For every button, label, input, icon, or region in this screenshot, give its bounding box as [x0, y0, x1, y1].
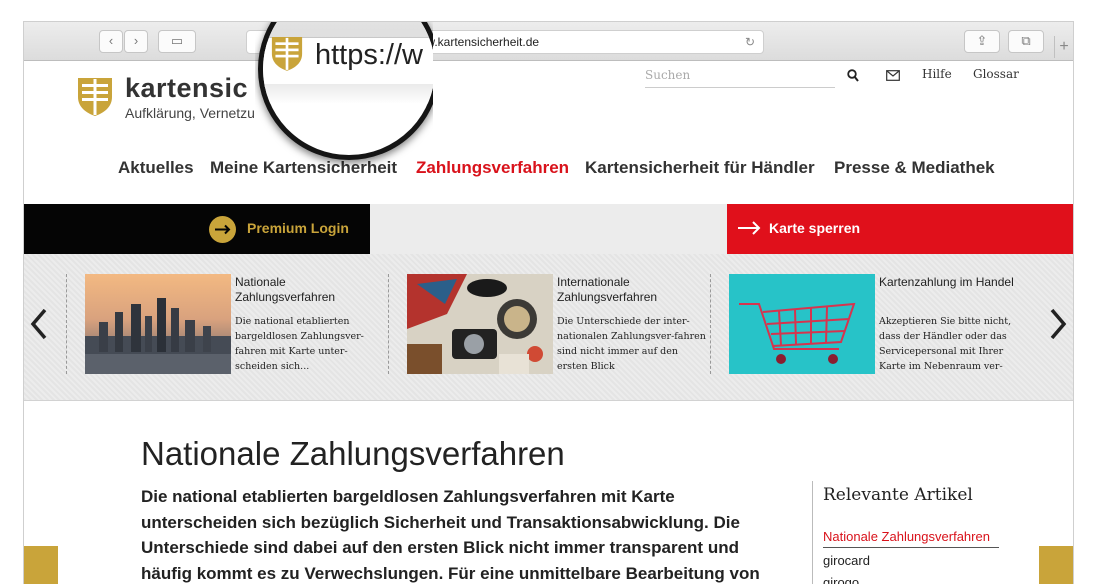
- shield-logo-icon[interactable]: [77, 75, 113, 117]
- glossary-link[interactable]: Glossar: [973, 67, 1019, 81]
- share-button[interactable]: ⇪: [964, 30, 1000, 53]
- logo-tagline: Aufklärung, Vernetzu: [125, 105, 255, 121]
- nav-item-haendler[interactable]: Kartensicherheit für Händler: [585, 158, 815, 178]
- sidebar-icon: ▭: [170, 33, 184, 48]
- action-bar: Premium Login Karte sperren: [24, 204, 1073, 254]
- related-link[interactable]: girogo: [823, 575, 859, 584]
- shield-logo-icon: [271, 37, 303, 71]
- nav-item-aktuelles[interactable]: Aktuelles: [118, 158, 194, 178]
- search-input[interactable]: Suchen: [645, 67, 835, 88]
- card-title: Nationale Zahlungsverfahren: [235, 275, 336, 304]
- back-button[interactable]: ‹: [99, 30, 123, 53]
- card-title: Internationale Zahlungsverfahren: [557, 275, 658, 304]
- article-main: Nationale Zahlungsverfahren Die national…: [24, 401, 1073, 584]
- nav-item-presse[interactable]: Presse & Mediathek: [834, 158, 995, 178]
- card-excerpt: Die national etablierten bargeldlosen Za…: [235, 316, 364, 372]
- chevron-left-icon[interactable]: [29, 306, 49, 342]
- related-link-active[interactable]: Nationale Zahlungsverfahren: [823, 529, 999, 548]
- carousel-card[interactable]: Nationale Zahlungsverfahren Die national…: [66, 254, 388, 400]
- page-title: Nationale Zahlungsverfahren: [141, 435, 565, 472]
- nav-item-zahlungsverfahren[interactable]: Zahlungsverfahren: [416, 158, 569, 178]
- chevron-right-icon[interactable]: [1048, 306, 1068, 342]
- card-excerpt: Akzeptieren Sie bitte nicht, dass der Hä…: [879, 316, 1012, 372]
- related-articles: Relevante Artikel Nationale Zahlungsverf…: [812, 481, 1033, 584]
- article-lead: Die national etablierten bargeldlosen Za…: [141, 487, 760, 583]
- carousel-card[interactable]: Internationale Zahlungsverfahren Die Unt…: [388, 254, 710, 400]
- url-magnifier: https://w: [255, 22, 433, 166]
- forward-button[interactable]: ›: [124, 30, 148, 53]
- shopping-cart-image: [729, 274, 875, 374]
- related-link[interactable]: girocard: [823, 553, 870, 568]
- logo-wordmark[interactable]: kartensic: [125, 73, 248, 104]
- card-divider: [710, 274, 711, 374]
- card-divider: [66, 274, 67, 374]
- arrow-circle-icon: [209, 216, 236, 243]
- card-divider: [388, 274, 389, 374]
- sidebar-button[interactable]: ▭: [158, 30, 196, 53]
- mail-icon[interactable]: [886, 70, 900, 81]
- decorative-gold-tab: [24, 546, 58, 584]
- tabs-icon: ⧉: [1021, 33, 1031, 48]
- reload-icon[interactable]: ↻: [745, 31, 755, 53]
- chevron-right-icon: ›: [133, 33, 139, 48]
- premium-login-label: Premium Login: [247, 220, 349, 236]
- share-icon: ⇪: [976, 33, 988, 48]
- help-link[interactable]: Hilfe: [922, 67, 952, 81]
- magnified-url-text: https://w: [315, 39, 423, 71]
- block-card-label: Karte sperren: [769, 220, 861, 236]
- premium-login-button[interactable]: Premium Login: [24, 204, 370, 254]
- browser-window: ‹ › ▭ www.kartensicherheit.de ↻ ⇪ ⧉ + ka…: [24, 22, 1073, 584]
- article-carousel: Nationale Zahlungsverfahren Die national…: [24, 254, 1073, 401]
- search-icon[interactable]: [847, 69, 859, 83]
- carousel-card[interactable]: Kartenzahlung im Handel Akzeptieren Sie …: [710, 254, 1032, 400]
- tabs-button[interactable]: ⧉: [1008, 30, 1044, 53]
- chevron-left-icon: ‹: [108, 33, 114, 48]
- plus-icon: +: [1059, 38, 1069, 55]
- site-header: kartensic Aufklärung, Vernetzu Suchen Hi…: [24, 61, 1073, 204]
- new-tab-button[interactable]: +: [1054, 36, 1073, 58]
- arrow-right-icon: [738, 221, 761, 235]
- card-excerpt: Die Unterschiede der inter-nationalen Za…: [557, 316, 706, 372]
- skyline-image: [85, 274, 231, 374]
- browser-toolbar: ‹ › ▭ www.kartensicherheit.de ↻ ⇪ ⧉ +: [24, 22, 1073, 61]
- related-articles-title: Relevante Artikel: [823, 485, 973, 505]
- decorative-gold-tab: [1039, 546, 1073, 584]
- magnifier-lens: https://w: [258, 22, 433, 160]
- block-card-button[interactable]: Karte sperren: [727, 204, 1073, 254]
- travel-items-image: [407, 274, 553, 374]
- card-title: Kartenzahlung im Handel: [879, 275, 1014, 289]
